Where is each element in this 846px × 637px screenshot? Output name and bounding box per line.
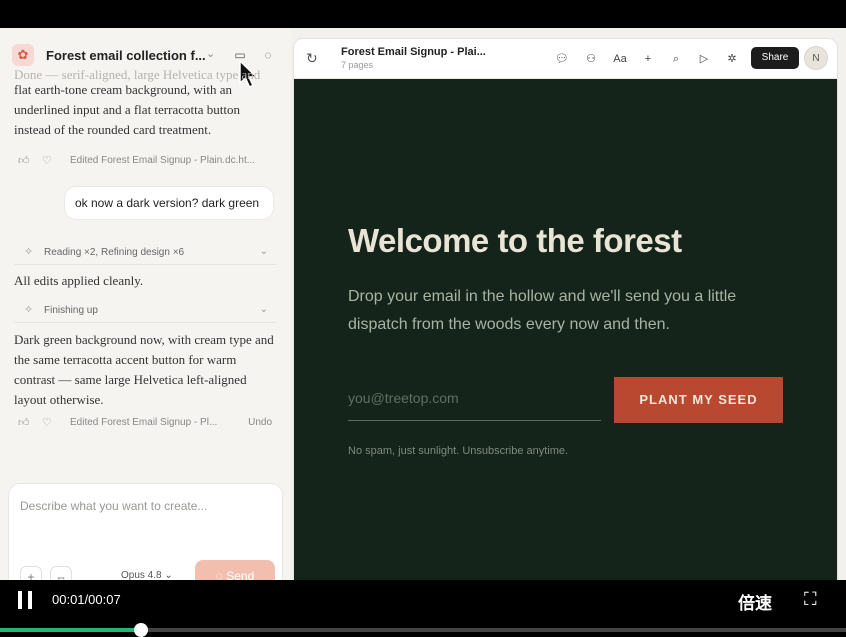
step-indicator-reading[interactable]: ✧ Reading ×2, Refining design ×6 ⌄ <box>14 241 276 265</box>
sparkle-icon: ✧ <box>24 246 34 258</box>
preview-title[interactable]: Forest Email Signup - Plai... <box>341 46 486 58</box>
refresh-icon[interactable]: ↻ <box>306 50 318 67</box>
message-actions-1: 👍︎ ♡ Edited Forest Email Signup - Plain.… <box>18 154 280 170</box>
thumbs-up-icon[interactable]: 👍︎ <box>18 416 30 429</box>
comment-icon[interactable]: 💬︎ <box>554 51 570 67</box>
edit-status[interactable]: Edited Forest Email Signup - Plain.dc.ht… <box>70 155 255 166</box>
playback-speed-button[interactable]: 倍速 <box>738 589 772 614</box>
thumbs-down-icon[interactable]: ♡ <box>42 154 52 167</box>
assistant-message-2: All edits applied cleanly. <box>14 273 144 288</box>
user-message: ok now a dark version? dark green <box>64 186 274 220</box>
message-actions-2: 👍︎ ♡ Edited Forest Email Signup - Pl... … <box>18 416 280 432</box>
chevron-down-icon[interactable]: ⌄ <box>260 304 268 315</box>
video-frame: ✿ Forest email collection f... ⌄ ▭ ◌ Don… <box>0 0 846 637</box>
email-signup-page: Welcome to the forest Drop your email in… <box>294 79 837 600</box>
chat-panel: ✿ Forest email collection f... ⌄ ▭ ◌ Don… <box>0 28 290 608</box>
edit-status[interactable]: Edited Forest Email Signup - Pl... <box>70 417 217 428</box>
step-label: Finishing up <box>44 305 98 316</box>
page-heading: Welcome to the forest <box>348 222 682 259</box>
new-chat-icon[interactable]: ◌ <box>260 47 276 63</box>
pause-icon[interactable] <box>18 591 34 609</box>
collaborators-icon[interactable]: ⚇ <box>583 51 599 67</box>
progress-fill <box>0 628 142 632</box>
chevron-down-icon[interactable]: ⌄ <box>260 246 268 257</box>
fine-print: No spam, just sunlight. Unsubscribe anyt… <box>348 445 569 457</box>
undo-button[interactable]: Undo <box>248 417 272 428</box>
chat-title[interactable]: Forest email collection f... <box>46 48 206 63</box>
fullscreen-icon[interactable]: ⛶ <box>804 589 817 610</box>
page-count: 7 pages <box>341 60 374 70</box>
video-controls: 00:01/00:07 倍速 ⛶ <box>0 580 846 637</box>
app-window: ✿ Forest email collection f... ⌄ ▭ ◌ Don… <box>0 28 846 608</box>
plant-seed-button[interactable]: PLANT MY SEED <box>614 377 783 423</box>
preview-panel: ↻ Forest Email Signup - Plai... 7 pages … <box>293 38 838 601</box>
search-icon[interactable]: ⌕ <box>668 51 684 67</box>
email-field[interactable] <box>348 377 601 421</box>
settings-icon[interactable]: ✲ <box>724 51 740 67</box>
composer-input[interactable]: Describe what you want to create... <box>20 499 207 513</box>
palette-icon[interactable]: ✿ <box>12 44 34 66</box>
thumbs-down-icon[interactable]: ♡ <box>42 416 52 429</box>
share-button[interactable]: Share <box>751 47 799 69</box>
preview-toolbar: ↻ Forest Email Signup - Plai... 7 pages … <box>294 39 837 79</box>
play-icon[interactable]: ▷ <box>696 51 712 67</box>
assistant-message-3: Dark green background now, with cream ty… <box>14 332 274 407</box>
typography-icon[interactable]: Aa <box>612 51 628 67</box>
thumbs-up-icon[interactable]: 👍︎ <box>18 154 30 167</box>
chevron-down-icon[interactable]: ⌄ <box>206 47 215 60</box>
plus-icon[interactable]: + <box>640 51 656 67</box>
sparkle-icon: ✧ <box>24 304 34 316</box>
step-label: Reading ×2, Refining design ×6 <box>44 247 185 258</box>
email-input[interactable] <box>348 383 601 413</box>
assistant-message-1: flat earth-tone cream background, with a… <box>14 82 240 137</box>
step-indicator-finishing[interactable]: ✧ Finishing up ⌄ <box>14 299 276 323</box>
video-time: 00:01/00:07 <box>52 592 121 607</box>
avatar[interactable]: N <box>804 46 828 70</box>
page-description: Drop your email in the hollow and we'll … <box>348 288 737 333</box>
progress-track[interactable] <box>0 623 846 637</box>
